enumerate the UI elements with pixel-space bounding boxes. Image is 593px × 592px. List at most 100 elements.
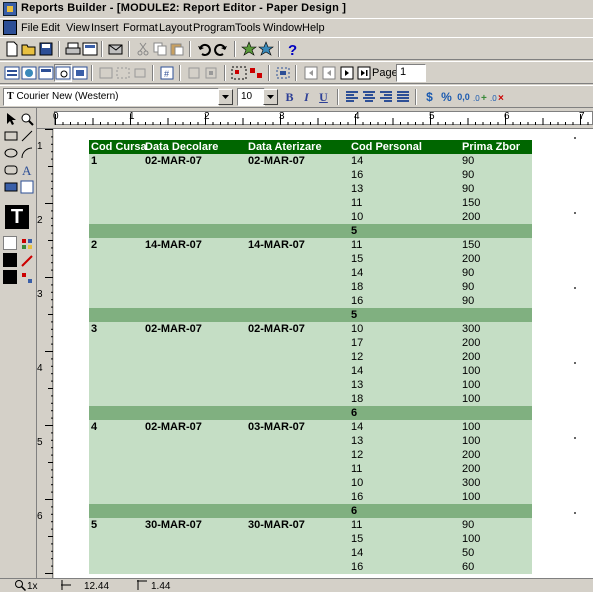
first-page-icon[interactable] (302, 64, 320, 82)
rounded-rect-tool-icon[interactable] (3, 162, 19, 178)
frame-icon[interactable] (131, 64, 149, 82)
menu-edit[interactable]: Edit (41, 22, 60, 34)
data-decolare-value: 14-MAR-07 (145, 239, 202, 251)
data-decolare-value: 30-MAR-07 (145, 519, 202, 531)
table-row: 13 90 (89, 182, 532, 196)
copy-icon[interactable] (151, 40, 169, 58)
paper-parameter-icon[interactable] (71, 64, 89, 82)
menu-insert[interactable]: Insert (91, 22, 119, 34)
prima-zbor-value: 60 (462, 561, 475, 573)
save-icon[interactable] (37, 40, 55, 58)
cod-cursa-value: 3 (91, 323, 98, 335)
align-right-icon[interactable] (377, 88, 395, 106)
data-decolare-value: 02-MAR-07 (145, 155, 202, 167)
justify-icon[interactable] (394, 88, 412, 106)
ungroup-icon[interactable] (247, 64, 265, 82)
italic-button[interactable]: I (298, 88, 315, 106)
align-icon[interactable] (185, 64, 203, 82)
distribute-icon[interactable] (274, 64, 292, 82)
font-name-dropdown-icon[interactable] (218, 89, 233, 105)
new-icon[interactable] (3, 40, 21, 58)
cod-personal-value: 14 (351, 267, 364, 279)
cut-icon[interactable] (134, 40, 152, 58)
line-color-icon[interactable] (19, 253, 35, 269)
menu-layout[interactable]: Layout (159, 22, 192, 34)
header-cod-personal: Cod Personal (351, 141, 422, 153)
cod-personal-value: 15 (351, 253, 364, 265)
open-icon[interactable] (20, 40, 38, 58)
line-color-swatch[interactable] (3, 253, 17, 267)
horizontal-ruler: 0 1 2 3 4 5 6 7 (37, 108, 593, 129)
print-icon[interactable] (64, 40, 82, 58)
data-aterizare-value: 02-MAR-07 (248, 155, 305, 167)
undo-icon[interactable] (195, 40, 213, 58)
magnify-icon[interactable] (19, 111, 35, 127)
column-header-row: Cod Cursa Data Decolare Data Aterizare C… (89, 140, 532, 154)
currency-button[interactable]: $ (421, 88, 438, 106)
paper-layout-icon[interactable] (37, 64, 55, 82)
menu-help[interactable]: Help (302, 22, 325, 34)
flex-icon[interactable] (114, 64, 132, 82)
prima-zbor-value: 90 (462, 267, 475, 279)
frame-tool-icon[interactable] (19, 179, 35, 195)
text-color-swatch[interactable] (3, 270, 17, 284)
previous-page-icon[interactable] (320, 64, 338, 82)
underline-button[interactable]: U (315, 88, 332, 106)
paper-design-icon[interactable] (54, 64, 72, 82)
insert-page-number-icon[interactable]: # (158, 64, 176, 82)
help-icon[interactable]: ? (284, 40, 302, 58)
remove-decimal-icon[interactable]: .0 × (489, 88, 507, 106)
text-color-t-icon[interactable]: T (5, 205, 29, 229)
font-size-select[interactable]: 10 (237, 88, 265, 106)
zoom-level: 1x (27, 581, 38, 592)
cod-personal-value: 12 (351, 351, 364, 363)
prima-zbor-value: 200 (462, 463, 481, 475)
group-icon[interactable] (230, 64, 248, 82)
text-tool-icon[interactable]: A (19, 162, 35, 178)
add-decimal-icon[interactable]: .0 + (472, 88, 490, 106)
align-center-icon[interactable] (360, 88, 378, 106)
cod-personal-value: 15 (351, 533, 364, 545)
menu-tools[interactable]: Tools (235, 22, 261, 34)
next-page-icon[interactable] (338, 64, 356, 82)
align-left-icon[interactable] (343, 88, 361, 106)
menu-format[interactable]: Format (123, 22, 158, 34)
arc-tool-icon[interactable] (19, 145, 35, 161)
web-source-icon[interactable] (20, 64, 38, 82)
font-name-select[interactable]: T Courier New (Western) (3, 88, 219, 106)
field-tool-icon[interactable] (3, 179, 19, 195)
rectangle-tool-icon[interactable] (3, 128, 19, 144)
font-size-dropdown-icon[interactable] (263, 89, 278, 105)
menu-program[interactable]: Program (193, 22, 235, 34)
data-model-icon[interactable] (3, 64, 21, 82)
percent-button[interactable]: % (438, 88, 455, 106)
line-tool-icon[interactable] (19, 128, 35, 144)
prima-zbor-value: 200 (462, 449, 481, 461)
paste-icon[interactable] (168, 40, 186, 58)
print-preview-icon[interactable] (81, 40, 99, 58)
select-icon[interactable] (3, 111, 19, 127)
ellipse-tool-icon[interactable] (3, 145, 19, 161)
menu-window[interactable]: Window (263, 22, 302, 34)
menu-view[interactable]: View (66, 22, 90, 34)
fill-color-swatch[interactable] (3, 236, 17, 250)
text-color-icon[interactable] (19, 270, 35, 286)
paper-design-canvas[interactable]: Cod Cursa Data Decolare Data Aterizare C… (54, 129, 593, 578)
confine-icon[interactable] (97, 64, 115, 82)
cod-personal-value: 11 (351, 519, 363, 531)
prima-zbor-value: 90 (462, 155, 475, 167)
commas-button[interactable]: 0,0 (455, 88, 472, 106)
size-icon[interactable] (202, 64, 220, 82)
last-page-icon[interactable] (355, 64, 373, 82)
prima-zbor-value: 50 (462, 547, 475, 559)
mail-icon[interactable] (107, 40, 125, 58)
page-number-input[interactable]: 1 (396, 64, 426, 82)
bold-button[interactable]: B (281, 88, 298, 106)
prima-zbor-value: 90 (462, 295, 475, 307)
run-report-icon[interactable] (240, 40, 258, 58)
menu-file[interactable]: File (21, 22, 39, 34)
redo-icon[interactable] (212, 40, 230, 58)
run-web-icon[interactable] (257, 40, 275, 58)
fill-color-icon[interactable] (19, 236, 35, 252)
document-icon[interactable] (3, 20, 17, 35)
